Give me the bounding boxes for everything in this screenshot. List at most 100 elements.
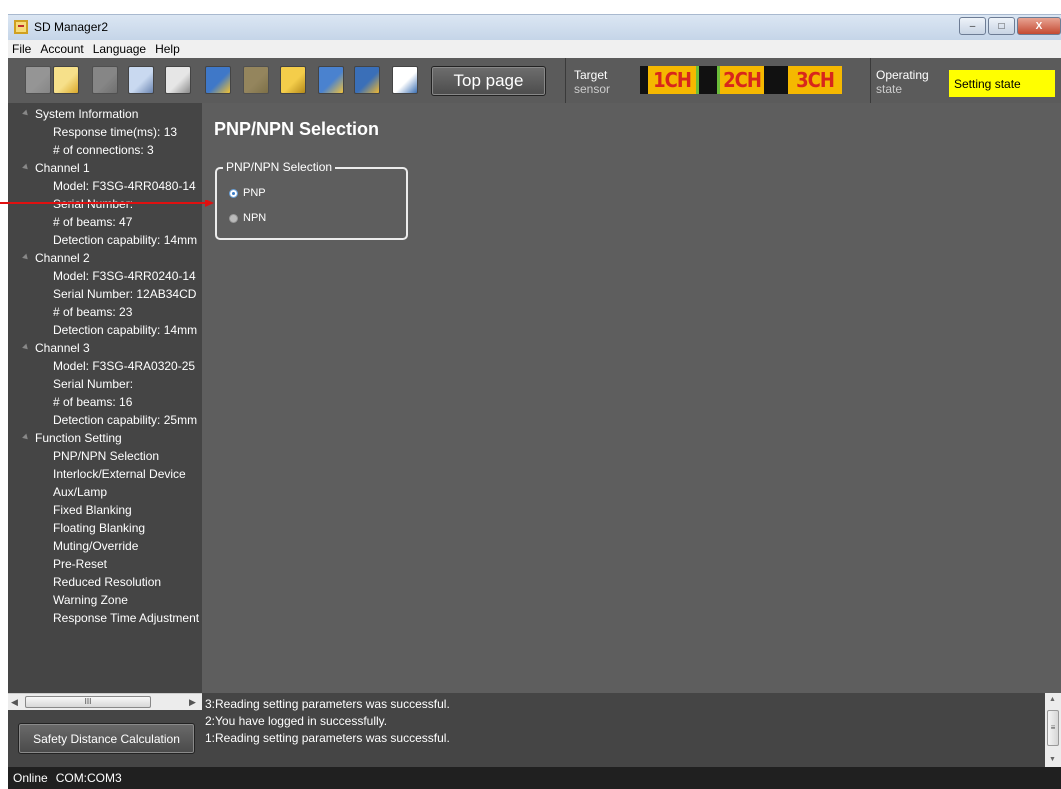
expand-arrow-icon[interactable] bbox=[22, 343, 30, 352]
scroll-thumb[interactable]: ≡ bbox=[1047, 710, 1059, 746]
tree-item: Model: F3SG-4RA0320-25 bbox=[53, 359, 196, 373]
tree-item: Detection capability: 14mm bbox=[53, 323, 198, 337]
menu-help[interactable]: Help bbox=[151, 40, 185, 58]
safety-distance-calculation-button[interactable]: Safety Distance Calculation bbox=[18, 723, 195, 754]
log-line: 1:Reading setting parameters was success… bbox=[205, 731, 450, 745]
tree-group[interactable]: Function Setting bbox=[35, 429, 122, 447]
tree-item[interactable]: Response Time Adjustment bbox=[53, 609, 199, 627]
tree-item[interactable]: Floating Blanking bbox=[53, 519, 145, 537]
channel-1ch[interactable]: 1CH bbox=[648, 66, 696, 94]
page-title: PNP/NPN Selection bbox=[214, 119, 380, 139]
tree-item: Model: F3SG-4RR0480-14 bbox=[53, 179, 196, 193]
app-icon bbox=[14, 20, 28, 34]
operating-state-value: Setting state bbox=[949, 70, 1055, 97]
com-port: COM:COM3 bbox=[55, 771, 122, 785]
connect-icon[interactable] bbox=[92, 66, 118, 94]
connection-status: Online bbox=[13, 771, 48, 785]
monitor-icon[interactable] bbox=[205, 66, 231, 94]
pnp-npn-groupbox: PNP/NPN Selection PNP NPN bbox=[215, 160, 408, 240]
main-panel: PNP/NPN Selection PNP/NPN Selection PNP … bbox=[202, 103, 1061, 693]
maximize-button[interactable]: □ bbox=[988, 17, 1015, 35]
channel-connector bbox=[764, 66, 788, 94]
read-device-icon[interactable] bbox=[128, 66, 154, 94]
tree-item: Detection capability: 25mm bbox=[53, 413, 198, 427]
tree-item[interactable]: Warning Zone bbox=[53, 591, 128, 609]
title-bar: SD Manager2 – □ X bbox=[8, 14, 1061, 40]
tree-item: Serial Number: 12AB34CD bbox=[53, 287, 197, 301]
write-device-icon[interactable] bbox=[165, 66, 191, 94]
tree-item: # of beams: 23 bbox=[53, 305, 133, 319]
tree-item: Serial Number: bbox=[53, 377, 134, 391]
radio-npn-label: NPN bbox=[243, 212, 267, 224]
tree-group[interactable]: System Information bbox=[35, 105, 138, 123]
log-vertical-scrollbar[interactable]: ▲ ≡ ▼ bbox=[1045, 693, 1061, 767]
tree-item: Model: F3SG-4RR0240-14 bbox=[53, 269, 196, 283]
radio-selected-icon[interactable] bbox=[229, 188, 238, 198]
sidebar-tree[interactable]: System Information Response time(ms): 13 #… bbox=[8, 103, 202, 693]
tree-item: # of beams: 16 bbox=[53, 395, 133, 409]
tree-item: # of connections: 3 bbox=[53, 143, 154, 157]
channel-connector bbox=[699, 66, 717, 94]
target-sensor-label-line2: sensor bbox=[574, 82, 611, 96]
sidebar-footer: Safety Distance Calculation bbox=[8, 710, 202, 767]
operating-state-label-line2: state bbox=[876, 82, 903, 96]
log-line: 2:You have logged in successfully. bbox=[205, 714, 388, 728]
scroll-down-icon[interactable]: ▼ bbox=[1049, 756, 1056, 763]
window-title: SD Manager2 bbox=[34, 20, 109, 34]
channel-3ch[interactable]: 3CH bbox=[788, 66, 842, 94]
window-controls: – □ X bbox=[959, 17, 1061, 35]
menu-bar: File Account Language Help bbox=[8, 40, 1061, 58]
tree-item[interactable]: Muting/Override bbox=[53, 537, 138, 555]
tree-item[interactable]: Fixed Blanking bbox=[53, 501, 132, 519]
channel-connector bbox=[640, 66, 648, 94]
tree-item[interactable]: Reduced Resolution bbox=[53, 573, 161, 591]
tree-item[interactable]: PNP/NPN Selection bbox=[53, 447, 159, 465]
tree-item[interactable]: Aux/Lamp bbox=[53, 483, 107, 501]
toolbar: Top page Target sensor 1CH 2CH 3CH Opera… bbox=[8, 58, 1061, 103]
expand-arrow-icon[interactable] bbox=[22, 163, 30, 172]
minimize-button[interactable]: – bbox=[959, 17, 986, 35]
tree-item: # of beams: 47 bbox=[53, 215, 133, 229]
scroll-left-icon[interactable]: ◀ bbox=[11, 697, 18, 708]
tree-item: Response time(ms): 13 bbox=[53, 125, 178, 139]
book-icon[interactable] bbox=[318, 66, 344, 94]
close-button[interactable]: X bbox=[1017, 17, 1061, 35]
groupbox-title: PNP/NPN Selection bbox=[223, 160, 336, 174]
key-icon[interactable] bbox=[243, 66, 269, 94]
scroll-right-icon[interactable]: ▶ bbox=[189, 697, 196, 708]
log-panel: 3:Reading setting parameters was success… bbox=[202, 693, 1045, 767]
tree-item[interactable]: Interlock/External Device bbox=[53, 465, 186, 483]
menu-language[interactable]: Language bbox=[89, 40, 151, 58]
operating-state-label: Operating state bbox=[876, 68, 929, 96]
menu-file[interactable]: File bbox=[8, 40, 36, 58]
toolbar-divider bbox=[565, 58, 566, 103]
expand-arrow-icon[interactable] bbox=[22, 253, 30, 262]
expand-arrow-icon[interactable] bbox=[22, 433, 30, 442]
operating-state-label-line1: Operating bbox=[876, 68, 929, 82]
scroll-up-icon[interactable]: ▲ bbox=[1049, 696, 1056, 703]
lock-icon[interactable] bbox=[280, 66, 306, 94]
list-icon[interactable] bbox=[392, 66, 418, 94]
radio-npn[interactable]: NPN bbox=[229, 212, 266, 224]
tree-item[interactable]: Pre-Reset bbox=[53, 555, 107, 573]
menu-account[interactable]: Account bbox=[36, 40, 88, 58]
radio-unselected-icon[interactable] bbox=[229, 213, 238, 223]
top-page-button[interactable]: Top page bbox=[431, 66, 546, 96]
channel-2ch[interactable]: 2CH bbox=[720, 66, 764, 94]
tree-item: Detection capability: 14mm bbox=[53, 233, 198, 247]
toolbar-divider bbox=[870, 58, 871, 103]
tree-group[interactable]: Channel 1 bbox=[35, 159, 90, 177]
open-folder-icon[interactable] bbox=[53, 66, 79, 94]
radio-pnp-label: PNP bbox=[243, 187, 266, 199]
tree-group[interactable]: Channel 3 bbox=[35, 339, 90, 357]
sidebar-horizontal-scrollbar[interactable]: ◀ III ▶ bbox=[8, 693, 202, 710]
target-sensor-label-line1: Target bbox=[574, 68, 608, 82]
expand-arrow-icon[interactable] bbox=[22, 109, 30, 118]
new-file-icon[interactable] bbox=[25, 66, 51, 94]
target-sensor-label: Target sensor bbox=[574, 68, 610, 96]
scroll-thumb[interactable]: III bbox=[25, 696, 151, 708]
tree-group[interactable]: Channel 2 bbox=[35, 249, 90, 267]
annotation-arrow-icon bbox=[0, 200, 214, 207]
radio-pnp[interactable]: PNP bbox=[229, 187, 266, 199]
copy-book-icon[interactable] bbox=[354, 66, 380, 94]
